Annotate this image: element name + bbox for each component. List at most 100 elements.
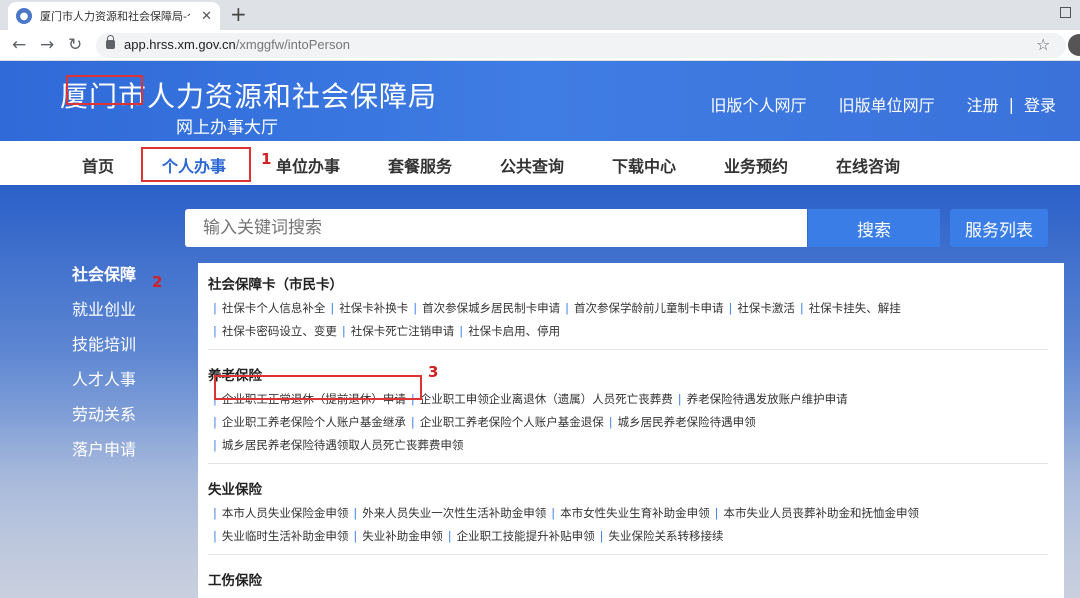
service-link[interactable]: 社保卡补换卡 [339,301,408,315]
reload-icon[interactable]: ↻ [68,35,82,55]
service-link-list: | 社保卡个人信息补全 | 社保卡补换卡 | 首次参保城乡居民制卡申请 | 首次参保学龄前儿童… [208,297,1048,343]
service-link[interactable]: 首次参保学龄前儿童制卡申请 [574,301,724,315]
service-link-row: |工伤伤残、就医、康复待遇申领|工亡一次性及长期待遇申领|劳动能力鉴定申请|工伤… [208,593,1048,598]
annotation-box-2 [66,75,143,105]
service-link[interactable]: 社保卡密码设立、变更 [222,324,337,338]
section-title: 工伤保险 [208,573,262,589]
service-link[interactable]: 企业职工技能提升补贴申领 [457,529,595,543]
section-title: 社会保障卡（市民卡） [208,277,343,293]
nav-online-consult[interactable]: 在线咨询 [836,153,900,177]
browser-toolbar: ← → ↻ app.hrss.xm.gov.cn/xmggfw/intoPers… [0,30,1080,61]
link-divider: | [213,415,217,429]
link-divider: | [410,415,415,429]
link-divider: | [213,324,217,338]
sidebar-item-household-registration[interactable]: 落户申请 [62,434,192,469]
url-text: app.hrss.xm.gov.cn/xmggfw/intoPerson [124,37,350,52]
main-body: 搜索 服务列表 社会保障 就业创业 技能培训 人才人事 劳动关系 落户申请 社会… [0,185,1080,598]
nav-home[interactable]: 首页 [82,153,114,177]
sidebar-item-employment[interactable]: 就业创业 [62,294,192,329]
link-divider: | [213,529,217,543]
service-link[interactable]: 社保卡个人信息补全 [222,301,326,315]
annotation-box-1 [141,147,251,182]
main-nav: 首页 个人办事 1 单位办事 套餐服务 公共查询 下载中心 业务预约 在线咨询 [0,141,1080,185]
link-divider: | [447,529,452,543]
link-divider: | [413,301,418,315]
nav-unit[interactable]: 单位办事 [276,153,340,177]
link-divider: | [565,301,569,315]
nav-packages[interactable]: 套餐服务 [388,153,452,177]
link-divider: | [213,438,217,452]
link-divider: | [459,324,464,338]
annotation-marker-3: 3 [428,363,439,381]
service-link[interactable]: 外来人员失业一次性生活补助金申领 [362,506,546,520]
search-input[interactable] [185,209,807,247]
old-personal-portal-link[interactable]: 旧版个人网厅 [711,92,807,116]
new-tab-button[interactable]: + [230,4,247,24]
header-links: 旧版个人网厅 旧版单位网厅 注册 | 登录 [679,92,1056,116]
service-link[interactable]: 城乡居民养老保险待遇申领 [618,415,756,429]
link-divider: | [353,506,358,520]
service-link[interactable]: 失业补助金申领 [362,529,443,543]
service-link-row: | 失业临时生活补助金申领 | 失业补助金申领 | 企业职工技能提升补贴申领 | 失业保险关系… [208,525,1048,548]
service-link[interactable]: 首次参保城乡居民制卡申请 [422,301,560,315]
tab-close-icon[interactable]: ✕ [201,9,212,24]
site-header: 厦门市人力资源和社会保障局 网上办事大厅 旧版个人网厅 旧版单位网厅 注册 | … [0,61,1080,141]
annotation-marker-1: 1 [261,150,272,168]
sidebar-item-skills-training[interactable]: 技能培训 [62,329,192,364]
old-unit-portal-link[interactable]: 旧版单位网厅 [839,92,935,116]
service-link-row: | 社保卡密码设立、变更 | 社保卡死亡注销申请 | 社保卡启用、停用 [208,320,1048,343]
link-divider: | [677,392,682,406]
link-divider: | [341,324,346,338]
sidebar-item-labor-relations[interactable]: 劳动关系 [62,399,192,434]
service-link[interactable]: 养老保险待遇发放账户维护申请 [687,392,848,406]
profile-avatar[interactable] [1068,34,1080,56]
link-divider: | [599,529,604,543]
sidebar-item-talent[interactable]: 人才人事 [62,364,192,399]
login-link[interactable]: 登录 [1024,92,1056,116]
site-subtitle: 网上办事大厅 [176,118,278,138]
service-content-panel: 社会保障卡（市民卡） | 社保卡个人信息补全 | 社保卡补换卡 | 首次参保城乡居民制卡申请… [198,263,1064,598]
nav-appointments[interactable]: 业务预约 [724,153,788,177]
search-box[interactable] [185,209,807,247]
service-link-row: | 城乡居民养老保险待遇领取人员死亡丧葬费申领 [208,434,1048,457]
service-link[interactable]: 社保卡挂失、解挂 [809,301,901,315]
nav-public-query[interactable]: 公共查询 [500,153,564,177]
service-section: 失业保险 | 本市人员失业保险金申领 | 外来人员失业一次性生活补助金申领 | 本市女性失业… [208,478,1048,555]
annotation-box-3 [214,375,422,400]
tab-title: 厦门市人力资源和社会保障局-个 [40,10,190,23]
search-button[interactable]: 搜索 [808,209,940,247]
register-link[interactable]: 注册 [967,92,999,116]
browser-tabbar: ● 厦门市人力资源和社会保障局-个 ✕ + [0,0,1080,30]
link-separator: | [1008,94,1014,114]
nav-downloads[interactable]: 下载中心 [612,153,676,177]
lock-icon [106,35,115,49]
window-restore-icon[interactable] [1060,7,1071,18]
forward-arrow-icon[interactable]: → [40,35,54,55]
sidebar-item-social-security[interactable]: 社会保障 [62,259,192,294]
service-link-row: | 社保卡个人信息补全 | 社保卡补换卡 | 首次参保城乡居民制卡申请 | 首次参保学龄前儿童… [208,297,1048,320]
service-link[interactable]: 本市人员失业保险金申领 [222,506,349,520]
link-divider: | [728,301,733,315]
service-link[interactable]: 本市女性失业生育补助金申领 [560,506,710,520]
service-link[interactable]: 企业职工申领企业离退休（遗属）人员死亡丧葬费 [420,392,673,406]
service-list-button[interactable]: 服务列表 [950,209,1048,247]
service-link[interactable]: 企业职工养老保险个人账户基金退保 [420,415,604,429]
link-divider: | [213,506,217,520]
browser-tab[interactable]: ● 厦门市人力资源和社会保障局-个 ✕ [8,2,220,30]
link-divider: | [799,301,804,315]
back-arrow-icon[interactable]: ← [12,35,26,55]
link-divider: | [213,301,217,315]
service-link[interactable]: 失业临时生活补助金申领 [222,529,349,543]
service-link[interactable]: 本市失业人员丧葬补助金和抚恤金申领 [724,506,920,520]
bookmark-star-icon[interactable]: ☆ [1036,35,1050,54]
service-link[interactable]: 企业职工养老保险个人账户基金继承 [222,415,406,429]
service-link[interactable]: 社保卡死亡注销申请 [351,324,455,338]
service-section: 工伤保险 |工伤伤残、就医、康复待遇申领|工亡一次性及长期待遇申领|劳动能力鉴定申… [208,569,1048,598]
service-link[interactable]: 社保卡启用、停用 [468,324,560,338]
address-bar[interactable]: app.hrss.xm.gov.cn/xmggfw/intoPerson ☆ [96,33,1066,58]
service-link-row: | 企业职工养老保险个人账户基金继承 | 企业职工养老保险个人账户基金退保 | 城乡居民养… [208,411,1048,434]
service-link[interactable]: 失业保险关系转移接续 [609,529,724,543]
section-title: 失业保险 [208,482,262,498]
service-link[interactable]: 社保卡激活 [737,301,795,315]
service-link[interactable]: 城乡居民养老保险待遇领取人员死亡丧葬费申领 [222,438,464,452]
